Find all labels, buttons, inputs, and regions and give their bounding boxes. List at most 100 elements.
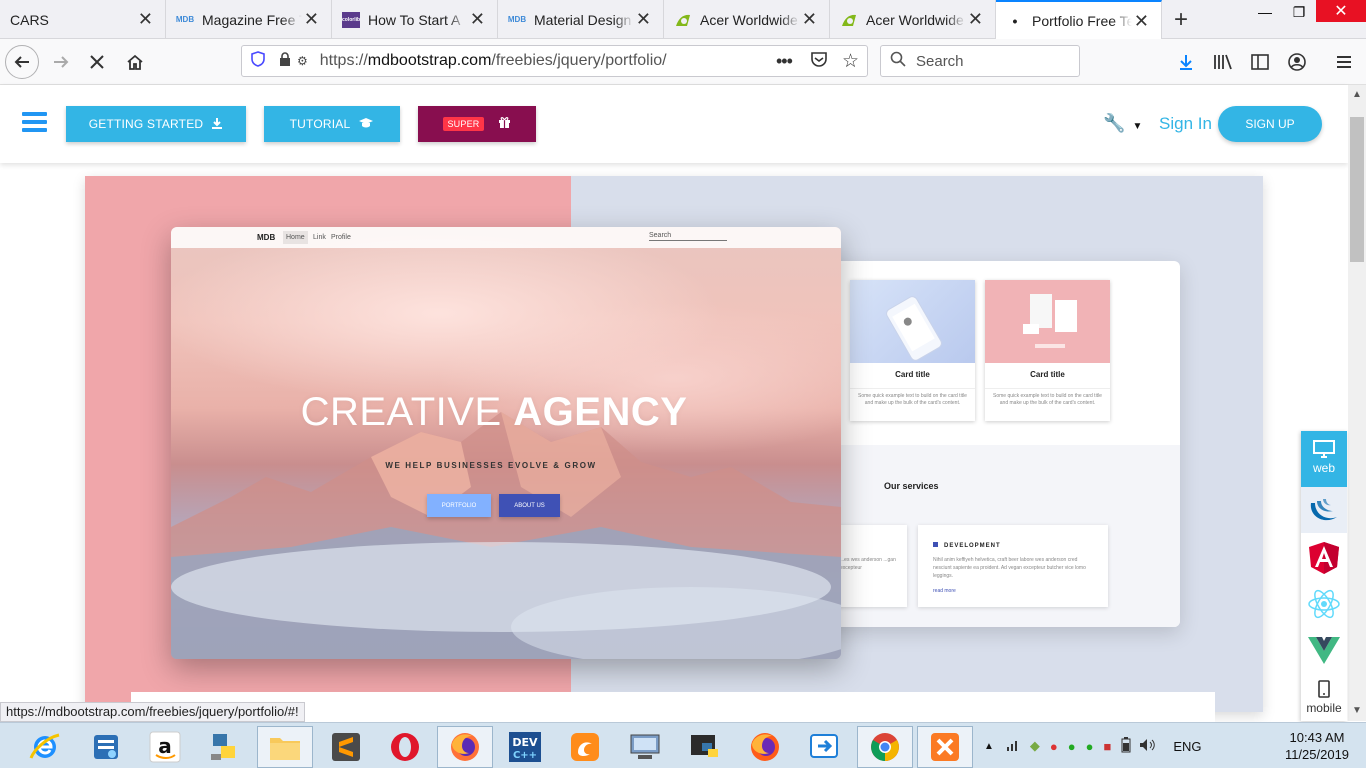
sidebar-button[interactable] xyxy=(1243,45,1277,79)
tray-app-icon[interactable]: ■ xyxy=(1103,739,1111,754)
menu-button[interactable] xyxy=(1327,45,1361,79)
mockup-search: Search xyxy=(649,232,727,241)
sign-up-button[interactable]: SIGN UP xyxy=(1218,106,1322,142)
site-menu-icon[interactable] xyxy=(22,112,47,136)
firefox-alt-icon[interactable] xyxy=(737,726,793,768)
close-icon[interactable]: ✕ xyxy=(138,9,153,30)
internet-explorer-icon[interactable] xyxy=(17,726,73,768)
file-explorer-icon[interactable] xyxy=(257,726,313,768)
getting-started-button[interactable]: GETTING STARTED xyxy=(66,106,246,142)
close-icon[interactable]: ✕ xyxy=(1134,11,1149,32)
tab-title: Acer Worldwide xyxy=(700,11,798,28)
close-icon[interactable]: ✕ xyxy=(470,9,485,30)
close-icon[interactable]: ✕ xyxy=(802,9,817,30)
minimize-button[interactable]: — xyxy=(1247,0,1283,24)
downloads-button[interactable] xyxy=(1169,45,1203,79)
control-panel-icon[interactable] xyxy=(78,726,134,768)
firefox-icon[interactable] xyxy=(437,726,493,768)
framework-web-button[interactable]: web xyxy=(1301,431,1347,487)
framework-mobile-button[interactable]: mobile xyxy=(1301,675,1347,721)
tab-acer-1[interactable]: Acer Worldwide ✕ xyxy=(664,0,830,39)
library-button[interactable] xyxy=(1206,45,1240,79)
bookmark-star-icon[interactable]: ☆ xyxy=(842,50,859,73)
web-label: web xyxy=(1312,461,1335,475)
pocket-icon[interactable] xyxy=(810,51,828,72)
super-button[interactable]: SUPER xyxy=(418,106,536,142)
svg-text:a: a xyxy=(158,734,172,758)
tray-app-icon[interactable]: ● xyxy=(1050,739,1058,754)
tab-how-to-start[interactable]: colorlib How To Start A ✕ xyxy=(332,0,498,39)
service-text: Nihil anim keffiyeh helvetica, craft bee… xyxy=(933,557,1086,579)
url-text: https://mdbootstrap.com/freebies/jquery/… xyxy=(320,52,667,70)
tab-magazine[interactable]: MDB Magazine Free Template ✕ xyxy=(166,0,332,39)
hamburger-menu-icon xyxy=(1337,56,1351,68)
sign-in-link[interactable]: Sign In xyxy=(1159,114,1212,134)
tray-app-icon[interactable]: ● xyxy=(1086,739,1094,754)
amazon-icon[interactable]: a xyxy=(137,726,193,768)
tab-title: Portfolio Free Template xyxy=(1032,13,1132,29)
close-icon[interactable]: ✕ xyxy=(636,9,651,30)
tutorial-button[interactable]: TUTORIAL xyxy=(264,106,400,142)
svg-text:DEV: DEV xyxy=(512,736,538,749)
permissions-icon[interactable]: ⚙ xyxy=(297,54,308,68)
settings-dropdown[interactable]: 🔧 ▼ xyxy=(1103,113,1142,134)
volume-icon[interactable] xyxy=(1139,738,1156,755)
search-bar[interactable]: Search xyxy=(880,45,1080,77)
download-icon xyxy=(211,117,223,132)
tray-app-icon[interactable]: ● xyxy=(1068,739,1076,754)
super-badge: SUPER xyxy=(443,117,484,131)
page-actions-icon[interactable]: ••• xyxy=(776,51,793,72)
scrollbar-thumb[interactable] xyxy=(1350,117,1364,262)
battery-icon[interactable] xyxy=(1121,736,1131,756)
scroll-down-icon[interactable]: ▼ xyxy=(1352,705,1362,716)
close-icon[interactable]: ✕ xyxy=(304,9,319,30)
tab-acer-2[interactable]: Acer Worldwide ✕ xyxy=(830,0,996,39)
sublime-text-icon[interactable] xyxy=(318,726,374,768)
tab-cars[interactable]: CARS ✕ xyxy=(0,0,166,39)
scroll-up-icon[interactable]: ▲ xyxy=(1352,89,1362,100)
mountain-image xyxy=(171,412,841,659)
home-button[interactable] xyxy=(118,45,152,79)
url-prefix: https:// xyxy=(319,52,368,69)
clock[interactable]: 10:43 AM 11/25/2019 xyxy=(1270,729,1364,763)
python-idle-icon[interactable] xyxy=(677,726,733,768)
service-text: ...es wes anderson ...gan excepteur xyxy=(840,557,896,571)
show-hidden-icons-icon[interactable]: ▲ xyxy=(984,741,994,752)
share-app-icon[interactable] xyxy=(797,726,853,768)
language-indicator[interactable]: ENG xyxy=(1173,739,1201,754)
tray-app-icon[interactable]: ◆ xyxy=(1030,738,1040,754)
remote-desktop-icon[interactable] xyxy=(617,726,673,768)
stop-button[interactable] xyxy=(80,45,114,79)
forward-button[interactable] xyxy=(44,45,78,79)
angular-icon[interactable] xyxy=(1301,535,1347,581)
wrench-icon: 🔧 xyxy=(1103,113,1126,133)
shield-icon[interactable] xyxy=(251,50,267,72)
react-icon[interactable] xyxy=(1301,581,1347,627)
address-bar[interactable]: ⚙ https://mdbootstrap.com/freebies/jquer… xyxy=(241,45,868,77)
xampp-icon[interactable] xyxy=(917,726,973,768)
mobile-phone-icon xyxy=(1301,675,1347,701)
python-installer-icon[interactable] xyxy=(196,726,252,768)
back-button[interactable] xyxy=(5,45,39,79)
new-tab-button[interactable]: + xyxy=(1162,0,1200,39)
network-icon[interactable] xyxy=(1006,738,1020,755)
opera-icon[interactable] xyxy=(377,726,433,768)
tab-portfolio[interactable]: • Portfolio Free Template ✕ xyxy=(996,0,1162,40)
maximize-button[interactable]: ❐ xyxy=(1283,0,1315,24)
tab-material-design[interactable]: MDB Material Design ✕ xyxy=(498,0,664,39)
url-path: /freebies/jquery/portfolio/ xyxy=(491,52,667,69)
windows-taskbar: a DEV C++ ▲ ◆ ● ● ● ■ ENG 10:43 AM 11/25… xyxy=(0,722,1366,768)
jquery-icon[interactable] xyxy=(1301,487,1347,533)
chrome-icon[interactable] xyxy=(857,726,913,768)
vue-icon[interactable] xyxy=(1301,627,1347,673)
tab-title: Acer Worldwide xyxy=(866,11,964,28)
card-text: Some quick example text to build on the … xyxy=(850,388,975,407)
acer-logo-icon xyxy=(840,12,858,28)
page-scrollbar[interactable]: ▲ ▼ xyxy=(1348,85,1366,721)
close-icon[interactable]: ✕ xyxy=(968,9,983,30)
dev-cpp-icon[interactable]: DEV C++ xyxy=(497,726,553,768)
lock-icon[interactable] xyxy=(279,51,291,71)
window-close-button[interactable]: ✕ xyxy=(1316,0,1366,22)
uc-browser-icon[interactable] xyxy=(557,726,613,768)
account-button[interactable] xyxy=(1280,45,1314,79)
